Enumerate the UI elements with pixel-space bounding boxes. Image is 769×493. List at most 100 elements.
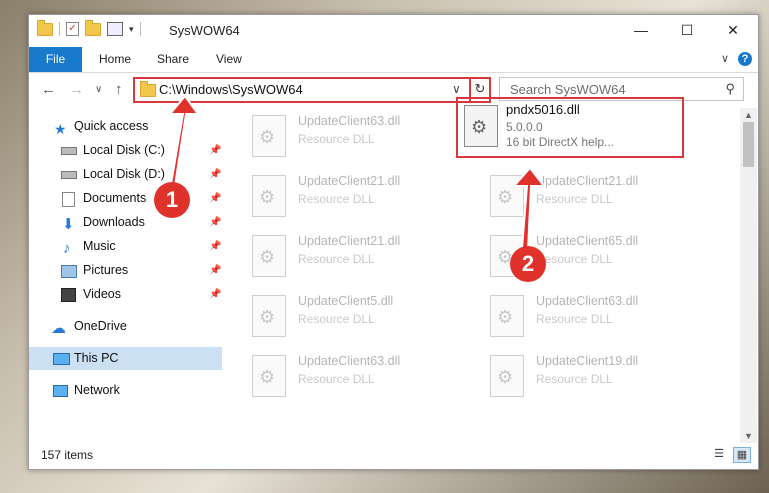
new-folder-icon[interactable]	[85, 19, 101, 36]
minimize-button[interactable]: —	[618, 15, 664, 45]
sidebar-item-label: Downloads	[83, 215, 145, 229]
expand-ribbon-icon[interactable]: ∨	[721, 52, 729, 65]
sidebar-item-label: This PC	[74, 351, 119, 365]
up-button[interactable]: ↑	[115, 81, 123, 98]
file-item[interactable]: ⚙ UpdateClient21.dll Resource DLL	[222, 171, 452, 229]
file-item[interactable]: ⚙ UpdateClient21.dll Resource DLL	[460, 171, 690, 229]
music-icon: ♪	[63, 240, 71, 257]
back-button[interactable]: ←	[41, 81, 56, 98]
sidebar-item-network[interactable]: Network	[29, 379, 222, 402]
sidebar-item-onedrive[interactable]: ☁ OneDrive	[29, 315, 222, 338]
help-icon[interactable]: ?	[738, 52, 752, 66]
close-button[interactable]: ✕	[710, 15, 756, 45]
pin-icon[interactable]: 📌	[209, 283, 221, 306]
sidebar-item-local-disk-d[interactable]: Local Disk (D:) 📌	[29, 163, 222, 186]
explorer-window: ✓ ▾ SysWOW64 — ☐ ✕ File Home Share View …	[28, 14, 759, 470]
file-name: UpdateClient63.dll	[298, 354, 401, 368]
folder-icon	[37, 19, 53, 36]
tab-share[interactable]: Share	[157, 47, 189, 72]
vertical-scrollbar[interactable]: ▲ ▼	[740, 108, 757, 443]
file-item[interactable]: ⚙ UpdateClient65.dll Resource DLL	[460, 231, 690, 289]
sidebar-item-downloads[interactable]: ⬇ Downloads 📌	[29, 211, 222, 234]
tab-home[interactable]: Home	[99, 47, 131, 72]
pin-icon[interactable]: 📌	[209, 259, 221, 282]
sidebar-item-label: Local Disk (C:)	[83, 143, 165, 157]
tab-file[interactable]: File	[29, 47, 82, 72]
file-item[interactable]: ⚙ UpdateClient63.dll Resource DLL	[222, 351, 452, 409]
file-list: ⚙ UpdateClient63.dll Resource DLL ⚙ Upda…	[222, 108, 740, 443]
pin-icon[interactable]: 📌	[209, 235, 221, 258]
quick-access-toolbar: ✓ ▾	[37, 19, 141, 36]
file-version: 5.0.0.0	[506, 120, 543, 134]
search-placeholder: Search SysWOW64	[510, 82, 626, 97]
dll-file-icon: ⚙	[490, 175, 524, 217]
sidebar-item-this-pc[interactable]: This PC	[29, 347, 222, 370]
pin-icon[interactable]: 📌	[209, 139, 221, 162]
sidebar-item-videos[interactable]: Videos 📌	[29, 283, 222, 306]
address-path[interactable]: C:\Windows\SysWOW64	[159, 82, 303, 97]
documents-icon	[62, 192, 75, 207]
pin-icon[interactable]: 📌	[209, 211, 221, 234]
item-count: 157 items	[41, 448, 94, 462]
recent-locations-button[interactable]: ∨	[95, 84, 102, 95]
navigation-pane: ★ Quick access Local Disk (C:) 📌 Local D…	[29, 108, 222, 443]
pin-icon[interactable]: 📌	[209, 163, 221, 186]
file-type: Resource DLL	[536, 252, 613, 266]
forward-button[interactable]: →	[69, 81, 84, 98]
sidebar-item-label: Quick access	[74, 119, 149, 133]
gear-icon: ⚙	[259, 247, 276, 267]
file-name: UpdateClient21.dll	[536, 174, 639, 188]
maximize-button[interactable]: ☐	[664, 15, 710, 45]
properties-check-icon[interactable]: ✓	[66, 22, 79, 36]
sidebar-item-label: Documents	[83, 191, 147, 205]
file-name: UpdateClient21.dll	[298, 174, 401, 188]
step-2-badge: 2	[510, 246, 546, 282]
highlighted-file-item[interactable]: ⚙ pndx5016.dll 5.0.0.0 16 bit DirectX he…	[456, 97, 684, 158]
sidebar-item-documents[interactable]: Documents 📌	[29, 187, 222, 210]
gear-icon: ⚙	[497, 307, 514, 327]
sidebar-item-music[interactable]: ♪ Music 📌	[29, 235, 222, 258]
customize-icon[interactable]	[107, 22, 123, 36]
dll-file-icon: ⚙	[252, 175, 286, 217]
file-name: UpdateClient63.dll	[298, 114, 401, 128]
details-view-icon[interactable]: ☰	[711, 447, 727, 461]
file-item[interactable]: ⚙ UpdateClient21.dll Resource DLL	[222, 231, 452, 289]
window-title: SysWOW64	[169, 23, 240, 38]
file-type: Resource DLL	[298, 252, 375, 266]
gear-icon: ⚙	[259, 307, 276, 327]
sidebar-item-local-disk-c[interactable]: Local Disk (C:) 📌	[29, 139, 222, 162]
dll-file-icon: ⚙	[490, 295, 524, 337]
dll-file-icon: ⚙	[252, 235, 286, 277]
search-icon[interactable]: ⚲	[725, 81, 735, 97]
file-item[interactable]: ⚙ UpdateClient63.dll Resource DLL	[460, 291, 690, 349]
file-type: Resource DLL	[536, 372, 613, 386]
large-icons-view-icon[interactable]: ▦	[733, 447, 751, 463]
file-type: Resource DLL	[298, 372, 375, 386]
file-item[interactable]: ⚙ UpdateClient63.dll Resource DLL	[222, 111, 452, 169]
computer-icon	[53, 353, 70, 365]
file-item[interactable]: ⚙ UpdateClient19.dll Resource DLL	[460, 351, 690, 409]
address-bar[interactable]: C:\Windows\SysWOW64 ∨	[133, 77, 490, 103]
download-icon: ⬇	[62, 216, 75, 233]
file-item[interactable]: ⚙ UpdateClient5.dll Resource DLL	[222, 291, 452, 349]
gear-icon: ⚙	[259, 367, 276, 387]
gear-icon: ⚙	[497, 367, 514, 387]
file-type: Resource DLL	[536, 312, 613, 326]
pin-icon[interactable]: 📌	[209, 187, 221, 210]
sidebar-item-quick-access[interactable]: ★ Quick access	[29, 115, 222, 138]
sidebar-item-pictures[interactable]: Pictures 📌	[29, 259, 222, 282]
sidebar-item-label: Pictures	[83, 263, 129, 277]
file-name: UpdateClient5.dll	[298, 294, 394, 308]
drive-icon	[61, 147, 77, 155]
scroll-down-icon[interactable]: ▼	[744, 431, 753, 441]
customize-caret-icon[interactable]: ▾	[129, 24, 134, 35]
gear-icon: ⚙	[259, 187, 276, 207]
tab-view[interactable]: View	[216, 47, 242, 72]
address-dropdown-icon[interactable]: ∨	[452, 82, 461, 96]
pictures-icon	[61, 265, 77, 278]
scroll-up-icon[interactable]: ▲	[744, 110, 753, 120]
file-name: UpdateClient21.dll	[298, 234, 401, 248]
sidebar-item-label: OneDrive	[74, 319, 127, 333]
scroll-thumb[interactable]	[743, 122, 754, 167]
file-name: UpdateClient63.dll	[536, 294, 639, 308]
